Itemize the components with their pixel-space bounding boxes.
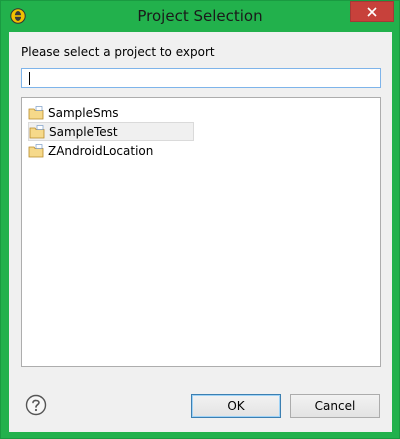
- project-folder-icon: [29, 124, 45, 138]
- search-input[interactable]: [21, 68, 381, 88]
- prompt-label: Please select a project to export: [21, 45, 215, 59]
- close-button[interactable]: [350, 1, 394, 22]
- text-caret: [29, 72, 30, 85]
- list-item-label: SampleSms: [48, 105, 119, 120]
- project-list[interactable]: SampleSms SampleTest ZAndroidLocation: [21, 97, 381, 367]
- close-icon: [367, 6, 377, 17]
- list-item[interactable]: SampleSms: [28, 103, 194, 122]
- window-title: Project Selection: [137, 7, 263, 25]
- list-item-selected[interactable]: SampleTest: [28, 122, 194, 141]
- list-item[interactable]: ZAndroidLocation: [28, 141, 194, 160]
- dialog-window: Project Selection Please select a projec…: [0, 0, 400, 439]
- title-bar[interactable]: Project Selection: [1, 1, 399, 31]
- ok-button[interactable]: OK: [191, 394, 281, 418]
- help-icon[interactable]: [25, 394, 47, 416]
- dialog-body: Please select a project to export Sample…: [9, 32, 392, 432]
- list-item-label: SampleTest: [49, 124, 118, 139]
- cancel-button[interactable]: Cancel: [290, 394, 380, 418]
- project-folder-icon: [28, 105, 44, 119]
- project-folder-icon: [28, 143, 44, 157]
- list-item-label: ZAndroidLocation: [48, 143, 154, 158]
